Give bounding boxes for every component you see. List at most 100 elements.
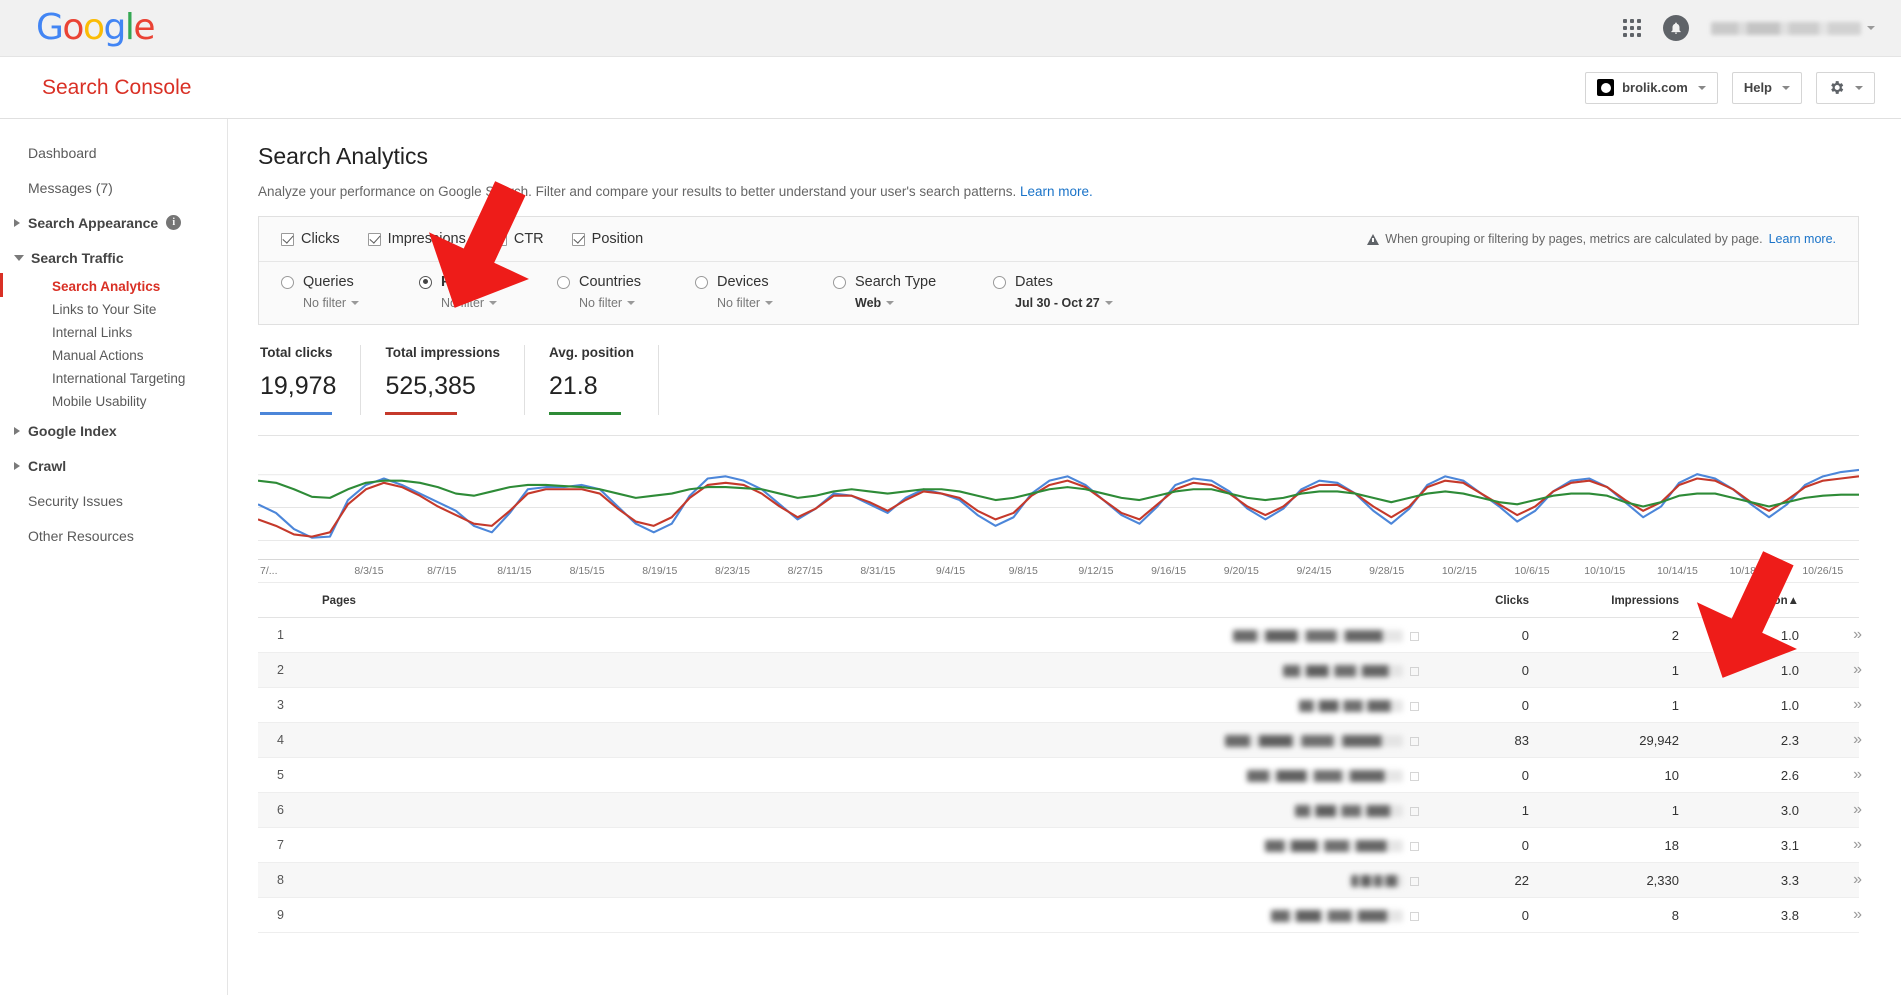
radio-dates[interactable]: Dates (993, 274, 1153, 290)
settings-button[interactable] (1816, 71, 1875, 104)
column-header-clicks[interactable]: Clicks (1419, 583, 1529, 618)
radio-button[interactable] (281, 275, 294, 289)
chevron-double-right-icon[interactable]: » (1853, 731, 1862, 748)
radio-pages[interactable]: Pages (419, 274, 557, 290)
filter-dropdown-pages[interactable]: No filter (441, 296, 557, 310)
external-link-icon[interactable] (1410, 771, 1419, 781)
row-position: 3.8 (1679, 897, 1799, 933)
help-button[interactable]: Help (1731, 71, 1802, 104)
google-logo[interactable]: Google (36, 10, 155, 46)
table-row[interactable]: 5 0 10 2.6 » (258, 757, 1862, 793)
account-menu[interactable] (1711, 21, 1875, 35)
filter-dropdown-search-type[interactable]: Web (855, 296, 993, 310)
sidebar-item-international-targeting[interactable]: International Targeting (0, 367, 227, 390)
radio-countries[interactable]: Countries (557, 274, 695, 290)
row-page-url[interactable] (284, 827, 1419, 863)
filter-dropdown-queries[interactable]: No filter (303, 296, 419, 310)
filter-dropdown-countries[interactable]: No filter (579, 296, 695, 310)
chevron-double-right-icon[interactable]: » (1853, 906, 1862, 923)
chevron-double-right-icon[interactable]: » (1853, 696, 1862, 713)
sidebar-item-security-issues[interactable]: Security Issues (0, 483, 227, 518)
sidebar-item-google-index[interactable]: Google Index (0, 413, 227, 448)
table-row[interactable]: 3 0 1 1.0 » (258, 687, 1862, 723)
sidebar-item-messages-7[interactable]: Messages (7) (0, 170, 227, 205)
summary-total-impressions[interactable]: Total impressions 525,385 (385, 345, 525, 415)
column-header-impressions[interactable]: Impressions (1529, 583, 1679, 618)
results-table: Pages Clicks Impressions Position▲ 1 0 2 1.… (258, 583, 1862, 933)
chart-plot-area (258, 442, 1859, 559)
row-page-url[interactable] (284, 687, 1419, 723)
bell-icon[interactable] (1663, 15, 1689, 41)
sidebar-item-internal-links[interactable]: Internal Links (0, 321, 227, 344)
summary-total-clicks[interactable]: Total clicks 19,978 (260, 345, 362, 415)
chevron-double-right-icon[interactable]: » (1853, 836, 1862, 853)
external-link-icon[interactable] (1410, 841, 1419, 851)
checkbox-clicks[interactable] (281, 232, 294, 246)
row-page-url[interactable] (284, 722, 1419, 758)
table-row[interactable]: 1 0 2 1.0 » (258, 617, 1862, 653)
chevron-double-right-icon[interactable]: » (1853, 801, 1862, 818)
metric-checkbox-position[interactable]: Position (571, 231, 643, 247)
external-link-icon[interactable] (1410, 911, 1419, 921)
row-page-url[interactable] (284, 862, 1419, 898)
sidebar-item-search-analytics[interactable]: Search Analytics (0, 273, 227, 298)
sidebar-item-search-traffic[interactable]: Search Traffic (0, 240, 227, 275)
chevron-double-right-icon[interactable]: » (1853, 871, 1862, 888)
sidebar-item-dashboard[interactable]: Dashboard (0, 135, 227, 170)
radio-devices[interactable]: Devices (695, 274, 833, 290)
chevron-right-icon (14, 461, 20, 470)
external-link-icon[interactable] (1410, 806, 1419, 816)
chevron-double-right-icon[interactable]: » (1853, 661, 1862, 678)
metric-checkbox-ctr[interactable]: CTR (493, 231, 544, 247)
notice-learn-more-link[interactable]: Learn more. (1769, 232, 1836, 246)
external-link-icon[interactable] (1410, 701, 1419, 711)
sidebar-item-other-resources[interactable]: Other Resources (0, 518, 227, 553)
radio-queries[interactable]: Queries (281, 274, 419, 290)
row-page-url[interactable] (284, 617, 1419, 653)
radio-button[interactable] (557, 275, 570, 289)
description-learn-more-link[interactable]: Learn more. (1020, 184, 1093, 199)
checkbox-impressions[interactable] (367, 232, 381, 246)
sidebar-item-search-appearance[interactable]: Search Appearance i (0, 205, 227, 240)
table-row[interactable]: 4 83 29,942 2.3 » (258, 722, 1862, 758)
radio-button[interactable] (695, 275, 708, 289)
metric-checkbox-impressions[interactable]: Impressions (367, 231, 466, 247)
radio-button[interactable] (419, 275, 432, 289)
filter-value: No filter (303, 296, 347, 310)
column-header-pages[interactable]: Pages (284, 583, 1419, 618)
filter-dropdown-devices[interactable]: No filter (717, 296, 833, 310)
filter-dropdown-dates[interactable]: Jul 30 - Oct 27 (1015, 296, 1153, 310)
sidebar-item-links-to-your-site[interactable]: Links to Your Site (0, 298, 227, 321)
radio-search-type[interactable]: Search Type (833, 274, 993, 290)
radio-button[interactable] (833, 275, 846, 289)
table-row[interactable]: 8 22 2,330 3.3 » (258, 862, 1862, 898)
table-row[interactable]: 2 0 1 1.0 » (258, 652, 1862, 688)
external-link-icon[interactable] (1410, 876, 1419, 886)
external-link-icon[interactable] (1410, 736, 1419, 746)
row-page-url[interactable] (284, 792, 1419, 828)
chevron-double-right-icon[interactable]: » (1853, 766, 1862, 783)
table-row[interactable]: 9 0 8 3.8 » (258, 897, 1862, 933)
sidebar-item-crawl[interactable]: Crawl (0, 448, 227, 483)
row-page-url[interactable] (284, 652, 1419, 688)
x-axis-tick-label: 9/28/15 (1369, 565, 1405, 577)
info-icon[interactable]: i (166, 215, 182, 230)
sidebar-item-mobile-usability[interactable]: Mobile Usability (0, 390, 227, 413)
sidebar-item-manual-actions[interactable]: Manual Actions (0, 344, 227, 367)
summary-avg-position[interactable]: Avg. position 21.8 (549, 345, 659, 415)
product-title[interactable]: Search Console (42, 76, 191, 100)
chevron-double-right-icon[interactable]: » (1853, 626, 1862, 643)
external-link-icon[interactable] (1410, 631, 1419, 641)
external-link-icon[interactable] (1410, 666, 1419, 676)
row-page-url[interactable] (284, 757, 1419, 793)
apps-grid-icon[interactable] (1623, 19, 1641, 37)
column-header-position[interactable]: Position▲ (1679, 583, 1799, 618)
table-row[interactable]: 6 1 1 3.0» (258, 792, 1862, 828)
row-page-url[interactable] (284, 897, 1419, 933)
table-row[interactable]: 7 0 18 3.1 » (258, 827, 1862, 863)
radio-button[interactable] (993, 275, 1006, 289)
checkbox-ctr[interactable] (493, 232, 507, 246)
metric-checkbox-clicks[interactable]: Clicks (281, 231, 340, 247)
checkbox-position[interactable] (571, 232, 585, 246)
site-selector-button[interactable]: brolik.com (1585, 71, 1718, 104)
